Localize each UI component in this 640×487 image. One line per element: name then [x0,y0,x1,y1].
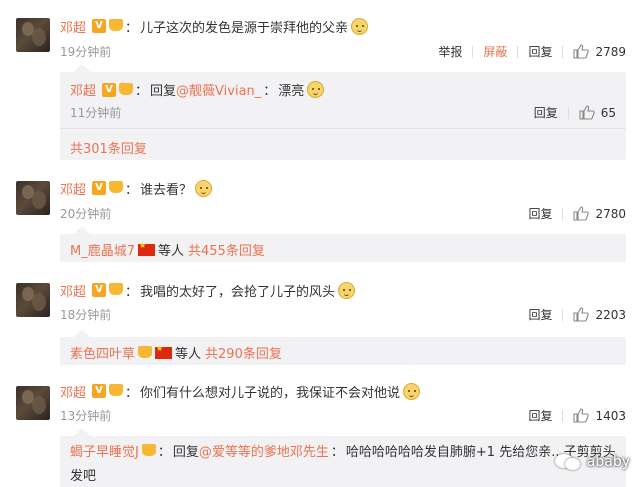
thumbs-up-icon [573,307,590,322]
thumbs-up-icon [573,408,590,423]
verified-badge: V [92,384,107,398]
vip-crown-icon [109,19,124,33]
reply-button[interactable]: 回复 [528,43,552,60]
verified-badge: V [92,181,107,195]
username[interactable]: 邓超 [60,179,86,198]
reply-button[interactable]: 回复 [534,104,558,121]
mention-link[interactable]: @靓薇Vivian_ [176,80,261,99]
like-count: 1403 [595,408,626,423]
verified-badge: V [92,283,107,297]
avatar[interactable] [16,181,50,215]
reply-username[interactable]: 素色四叶草 [70,343,135,362]
avatar[interactable] [16,283,50,317]
doge-emoji-icon [351,17,369,35]
like-count: 2780 [595,206,626,221]
reply-username[interactable]: 蝎子早睡觉J [70,441,139,460]
reply-summary: M_鹿晶城7 等人 共455条回复 [60,226,626,262]
comment-text: 儿子这次的发色是源于崇拜他的父亲 [140,20,349,36]
reply-text-continued: 发吧 [70,469,97,484]
colon: ： [125,20,139,36]
comment-time: 18分钟前 [60,308,112,322]
like-button[interactable]: 2203 [573,307,626,322]
mention-link[interactable]: @爱等等的爹地邓先生 [199,441,329,460]
comment-time: 13分钟前 [60,409,112,423]
others-label: 等人 [175,347,202,362]
reply-box: 邓超 V ： 回复 @靓薇Vivian_ ： 漂亮 11分钟前 回复 65 共3… [60,64,626,160]
verified-badge: V [102,82,117,97]
comment-time: 19分钟前 [60,45,112,59]
like-button[interactable]: 2789 [573,44,626,59]
reply-prefix: 回复 [172,445,199,460]
vip-crown-icon [109,384,124,398]
comment-time: 20分钟前 [60,207,112,221]
like-count: 2789 [595,44,626,59]
vip-crown-icon [119,82,134,97]
doge-emoji-icon [338,281,356,299]
reply-username[interactable]: M_鹿晶城7 [70,240,135,259]
thumbs-up-icon [573,206,590,221]
vip-crown-icon [141,443,156,458]
china-flag-icon [155,344,173,359]
comment-text: 你们有什么想对儿子说的，我保证不会对他说 [140,385,401,401]
like-button[interactable]: 1403 [573,408,626,423]
doge-emoji-icon [195,179,213,197]
vip-crown-icon [109,181,124,195]
reply-text: 漂亮 [278,84,305,99]
doge-emoji-icon [403,382,421,400]
comment-text: 我唱的太好了，会抢了儿子的风头 [140,284,336,300]
like-count: 65 [600,105,616,120]
block-button[interactable]: 屏蔽 [483,43,507,60]
report-button[interactable]: 举报 [438,43,462,60]
reply-time: 11分钟前 [70,106,122,120]
reply-summary: 素色四叶草 等人 共290条回复 [60,329,626,365]
reply-button[interactable]: 回复 [528,205,552,222]
avatar[interactable] [16,386,50,420]
others-label: 等人 [158,244,185,259]
vip-crown-icon [138,345,153,360]
username[interactable]: 邓超 [60,281,86,300]
view-more-replies-link[interactable]: 共301条回复 [70,138,147,157]
china-flag-icon [138,241,155,256]
avatar[interactable] [16,18,50,52]
like-button[interactable]: 2780 [573,206,626,221]
wechat-logo-icon [554,452,581,472]
like-count: 2203 [595,307,626,322]
username[interactable]: 邓超 [60,17,86,36]
like-button[interactable]: 65 [579,105,616,120]
watermark-text: ababy [586,454,630,470]
thumbs-up-icon [573,44,590,59]
watermark: ababy [554,452,630,472]
reply-box: 蝎子早睡觉J ： 回复 @爱等等的爹地邓先生 ： 哈哈哈哈哈哈发自肺腑+1 先给… [60,428,626,487]
comment-text: 谁去看？ [140,182,193,198]
reply-button[interactable]: 回复 [528,407,552,424]
vip-crown-icon [109,283,124,297]
verified-badge: V [92,19,107,33]
reply-button[interactable]: 回复 [528,306,552,323]
thumbs-up-icon [579,105,595,120]
reply-username[interactable]: 邓超 [70,80,96,99]
view-more-replies-link[interactable]: 共455条回复 [188,240,265,259]
username[interactable]: 邓超 [60,382,86,401]
view-more-replies-link[interactable]: 共290条回复 [205,343,282,362]
doge-emoji-icon [307,81,325,98]
reply-prefix: 回复 [150,84,177,99]
